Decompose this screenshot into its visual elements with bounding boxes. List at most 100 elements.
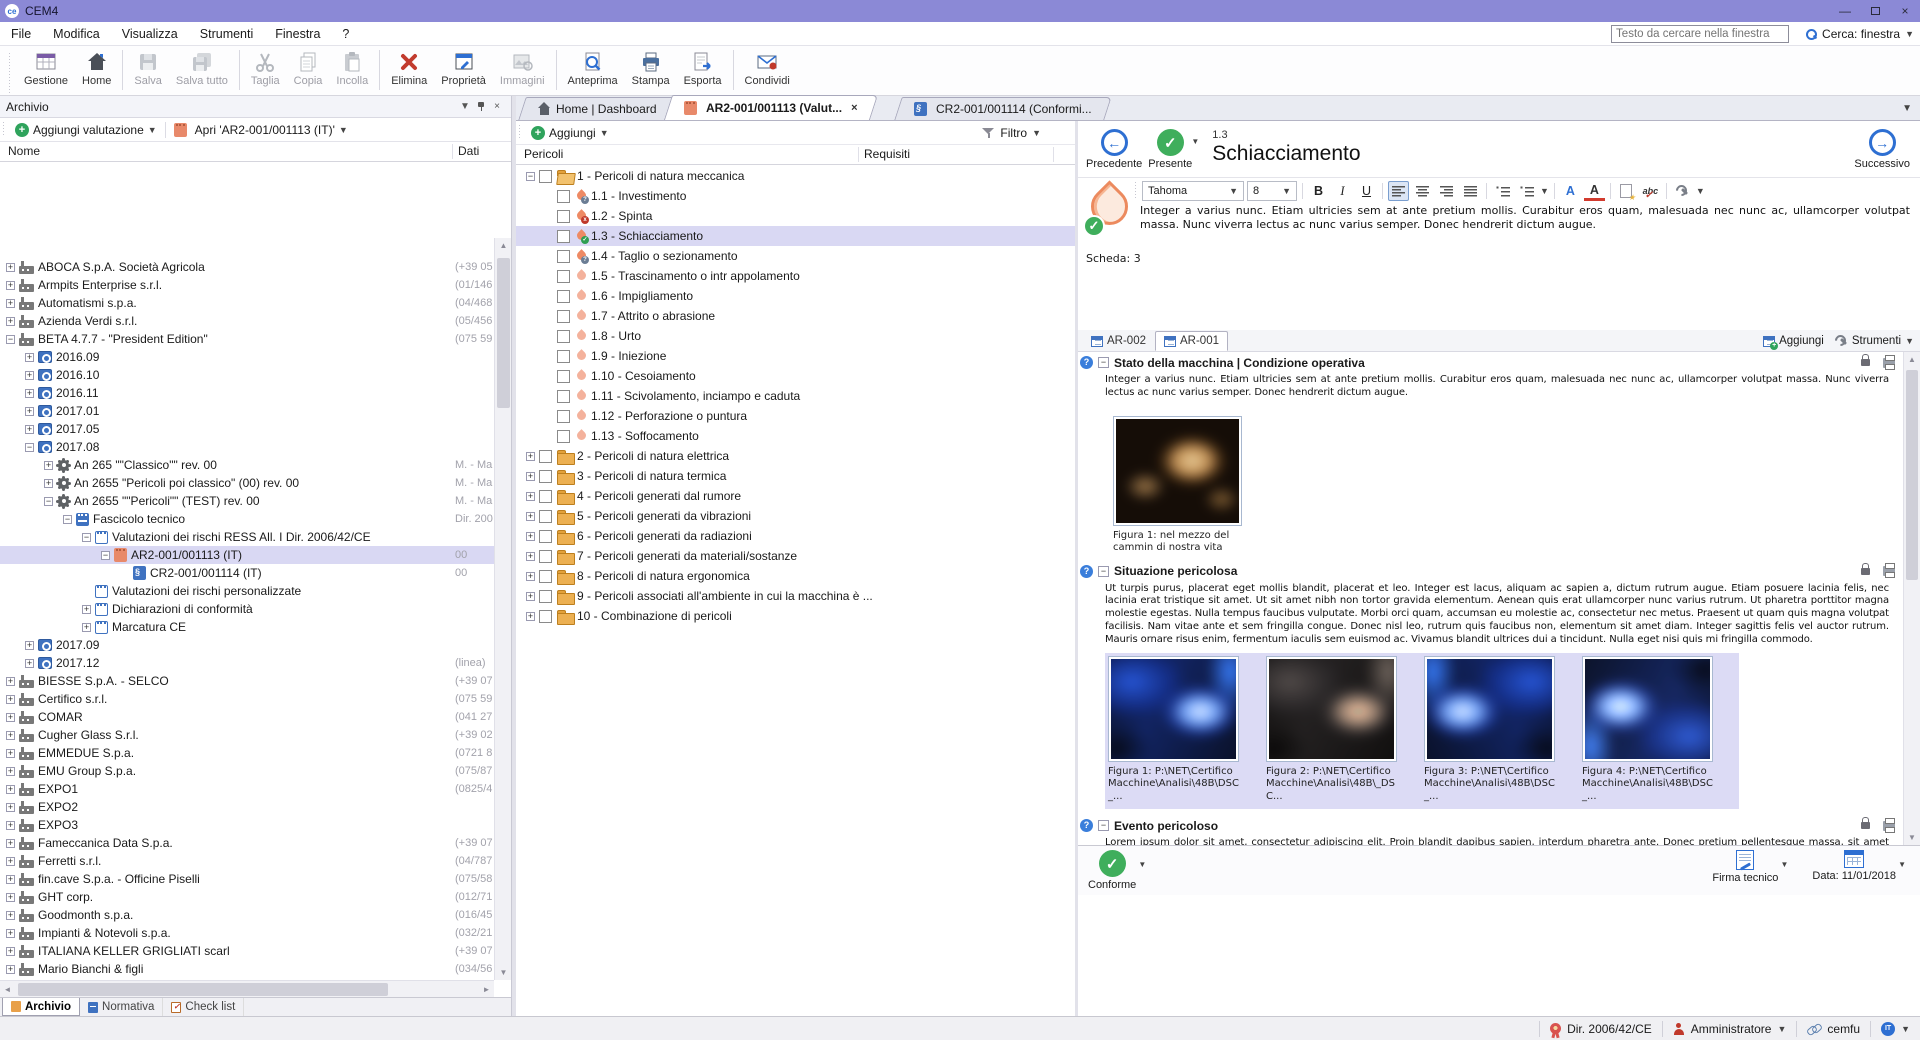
collapse-icon[interactable]: − <box>1098 566 1109 577</box>
archive-tree-row[interactable]: +Impianti & Notevoli s.p.a.(032/21 <box>0 924 495 942</box>
tree-expander-icon[interactable]: + <box>6 857 15 866</box>
hazard-tree-row[interactable]: +3 - Pericoli di natura termica <box>516 466 1075 486</box>
archive-tree-row[interactable]: +2017.12(linea) <box>0 654 495 672</box>
scroll-up-icon[interactable]: ▲ <box>1904 352 1920 367</box>
align-justify-button[interactable] <box>1460 181 1481 201</box>
archive-tree-row[interactable]: +2017.05 <box>0 420 495 438</box>
printer-icon[interactable] <box>1883 566 1895 576</box>
archive-tree-row[interactable]: +EMU Group S.p.a.(075/87 <box>0 762 495 780</box>
archive-tree-row[interactable]: +Mario Bianchi & figli(034/56 <box>0 960 495 978</box>
checkbox[interactable] <box>557 270 570 283</box>
export-button[interactable]: Esporta <box>677 49 729 88</box>
tree-expander-icon[interactable]: + <box>526 572 535 581</box>
archive-tree-row[interactable]: +EXPO2 <box>0 798 495 816</box>
add-valuation-button[interactable]: Aggiungi valutazione <box>33 123 144 137</box>
tree-expander-icon[interactable]: + <box>6 803 15 812</box>
directive-status[interactable]: Dir. 2006/42/CE <box>1539 1021 1662 1037</box>
cut-button[interactable]: Taglia <box>244 49 287 88</box>
dock-tab-normativa[interactable]: Normativa <box>80 998 163 1016</box>
tree-expander-icon[interactable]: − <box>526 172 535 181</box>
underline-button[interactable]: U <box>1356 181 1377 201</box>
checkbox[interactable] <box>539 510 552 523</box>
tree-expander-icon[interactable]: + <box>6 911 15 920</box>
tree-expander-icon[interactable]: + <box>526 512 535 521</box>
archive-tree-row[interactable]: +Automatismi s.p.a.(04/468 <box>0 294 495 312</box>
align-right-button[interactable] <box>1436 181 1457 201</box>
lock-icon[interactable] <box>1861 568 1870 575</box>
checkbox[interactable] <box>557 430 570 443</box>
column-header-requisiti[interactable]: Requisiti <box>864 147 910 161</box>
tree-expander-icon[interactable]: + <box>6 695 15 704</box>
menu-file[interactable]: File <box>0 22 42 45</box>
hazard-tree-row[interactable]: 1.10 - Cesoiamento <box>516 366 1075 386</box>
chevron-down-icon[interactable]: ▼ <box>148 125 157 135</box>
archive-tree-row[interactable]: +An 2655 "Pericoli poi classico" (00) re… <box>0 474 495 492</box>
archive-tree-row[interactable]: +Azienda Verdi s.r.l.(05/456 <box>0 312 495 330</box>
technical-signature-button[interactable]: Firma tecnico ▼ <box>1712 850 1778 884</box>
tools-button[interactable]: Strumenti▼ <box>1834 334 1914 348</box>
toolbar-grip[interactable] <box>2 118 7 136</box>
dock-tab-checklist[interactable]: Check list <box>163 998 244 1016</box>
scrollbar-thumb[interactable] <box>1906 370 1918 580</box>
checkbox[interactable] <box>557 390 570 403</box>
column-header-dati[interactable]: Dati <box>458 144 479 158</box>
archive-vertical-scrollbar[interactable]: ▲ ▼ <box>494 238 511 980</box>
printer-icon[interactable] <box>1883 358 1895 368</box>
tree-expander-icon[interactable]: + <box>25 641 34 650</box>
images-button[interactable]: Immagini <box>493 49 552 88</box>
tree-expander-icon[interactable]: + <box>82 605 91 614</box>
save-all-button[interactable]: Salva tutto <box>169 49 235 88</box>
checkbox[interactable] <box>557 370 570 383</box>
section-text[interactable]: Ut turpis purus, placerat eget mollis bl… <box>1105 583 1897 647</box>
archive-tree-row[interactable]: +Dichiarazioni di conformità <box>0 600 495 618</box>
archive-tree-row[interactable]: −Fascicolo tecnicoDir. 200 <box>0 510 495 528</box>
hazard-tree-row[interactable]: +7 - Pericoli generati da materiali/sost… <box>516 546 1075 566</box>
archive-tree-row[interactable]: +Cugher Glass S.r.l.(+39 02 <box>0 726 495 744</box>
tree-expander-icon[interactable]: + <box>25 371 34 380</box>
tree-expander-icon[interactable]: + <box>6 749 15 758</box>
database-status[interactable]: cemfu <box>1796 1021 1870 1037</box>
user-status[interactable]: Amministratore ▼ <box>1662 1021 1797 1037</box>
chevron-down-icon[interactable]: ▼ <box>339 125 348 135</box>
scroll-left-icon[interactable]: ◄ <box>0 981 15 998</box>
checkbox[interactable] <box>557 410 570 423</box>
hazard-tree-row[interactable]: 1.12 - Perforazione o puntura <box>516 406 1075 426</box>
align-center-button[interactable] <box>1412 181 1433 201</box>
font-family-select[interactable]: Tahoma▼ <box>1142 181 1244 201</box>
hazard-tree-row[interactable]: 1.9 - Iniezione <box>516 346 1075 366</box>
spellcheck-button[interactable]: abc <box>1640 181 1661 201</box>
hazard-tree-row[interactable]: 1.11 - Scivolamento, inciampo e caduta <box>516 386 1075 406</box>
section-text[interactable]: Lorem ipsum dolor sit amet, consectetur … <box>1105 837 1897 845</box>
scroll-down-icon[interactable]: ▼ <box>1904 830 1920 845</box>
checkbox[interactable] <box>539 590 552 603</box>
bold-button[interactable]: B <box>1308 181 1329 201</box>
tree-expander-icon[interactable]: + <box>6 785 15 794</box>
editor-tools-button[interactable] <box>1672 181 1693 201</box>
hazard-tree-row[interactable]: 1.2 - Spinta <box>516 206 1075 226</box>
archive-tree-row[interactable]: +Armpits Enterprise s.r.l.(01/146 <box>0 276 495 294</box>
menu-modifica[interactable]: Modifica <box>42 22 111 45</box>
tree-expander-icon[interactable]: + <box>6 317 15 326</box>
previous-button[interactable]: ← Precedente <box>1086 129 1142 170</box>
column-header-pericoli[interactable]: Pericoli <box>524 147 563 161</box>
next-button[interactable]: → Successivo <box>1854 129 1910 170</box>
archive-tree-row[interactable]: CR2-001/001114 (IT)00 <box>0 564 495 582</box>
close-button[interactable]: × <box>1890 0 1920 22</box>
bullet-list-button[interactable] <box>1492 181 1513 201</box>
hazard-tree-row[interactable]: +5 - Pericoli generati da vibrazioni <box>516 506 1075 526</box>
tree-expander-icon[interactable]: + <box>6 965 15 974</box>
lock-icon[interactable] <box>1861 822 1870 829</box>
figure-thumbnail[interactable] <box>1582 656 1713 762</box>
scroll-down-icon[interactable]: ▼ <box>495 965 512 980</box>
checkbox[interactable] <box>557 210 570 223</box>
dock-tab-archivio[interactable]: Archivio <box>2 998 80 1016</box>
checkbox[interactable] <box>539 450 552 463</box>
checkbox[interactable] <box>539 470 552 483</box>
collapse-icon[interactable]: − <box>1098 820 1109 831</box>
checkbox[interactable] <box>539 170 552 183</box>
tree-expander-icon[interactable]: + <box>44 479 53 488</box>
italic-button[interactable]: I <box>1332 181 1353 201</box>
highlight-color-button[interactable]: A <box>1584 181 1605 201</box>
checkbox[interactable] <box>539 490 552 503</box>
gestione-button[interactable]: Gestione <box>17 49 75 88</box>
